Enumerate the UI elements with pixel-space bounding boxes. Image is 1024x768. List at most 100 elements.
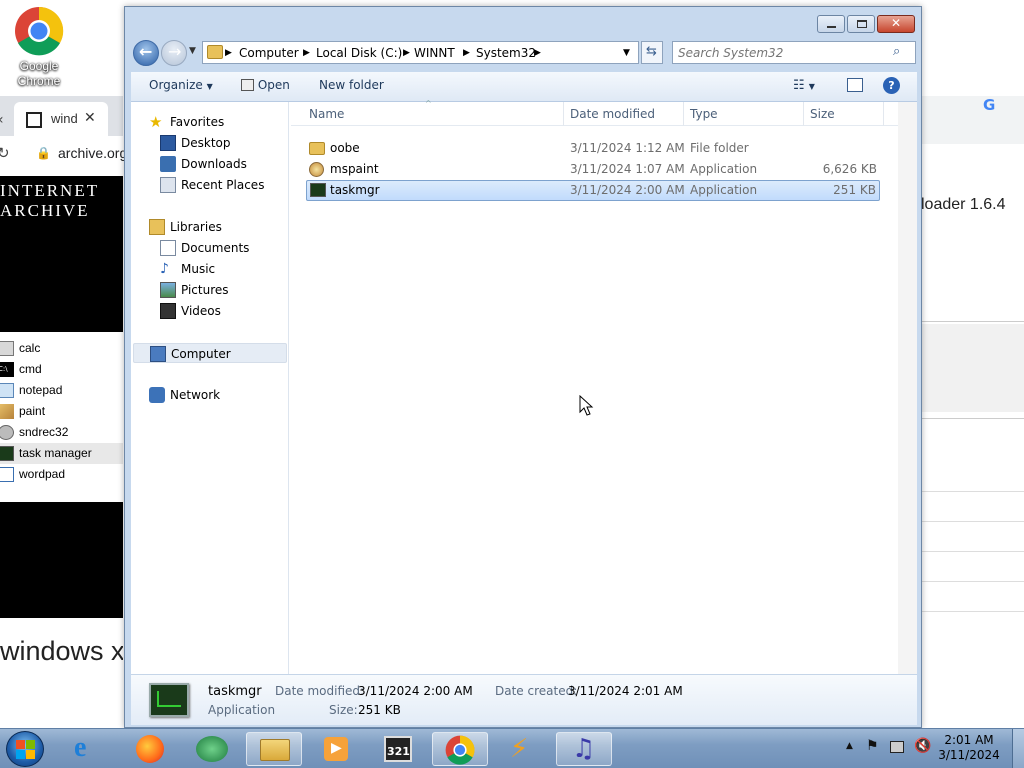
taskbar-media-player-classic[interactable]: 321 [370,732,426,766]
google-icon[interactable]: G [983,96,995,114]
file-row[interactable]: mspaint 3/11/2024 1:07 AM Application 6,… [305,159,880,180]
address-bar[interactable]: ▶ Computer ▶ Local Disk (C:) ▶ WINNT ▶ S… [202,41,639,64]
preview-pane-icon[interactable] [847,78,863,92]
sound-recorder-icon [0,425,14,440]
browser-tab-strip: ‹ wind ✕ [0,96,123,136]
start-button[interactable] [6,731,44,767]
back-button[interactable]: ← [133,40,159,66]
list-item[interactable]: C:\ cmd [0,359,123,380]
list-item[interactable]: paint [0,401,123,422]
browser-right-area: G loader 1.6.4 [921,96,1024,728]
action-center-flag-icon[interactable]: ⚑ [866,738,879,754]
search-input[interactable] [678,44,888,61]
maximize-button[interactable] [847,15,875,33]
recent-places-icon [160,177,176,193]
browser-address-bar[interactable]: ↻ 🔒 archive.org [0,136,127,172]
taskbar-clock[interactable]: 2:01 AM 3/11/2024 [934,733,1004,763]
list-item[interactable]: wordpad [0,464,123,485]
breadcrumb-separator-icon[interactable]: ▶ [225,48,232,58]
breadcrumb-system32[interactable]: System32 [476,46,536,60]
winamp-bolt-icon: ⚡ [510,734,529,764]
clapperboard-icon: 321 [384,736,412,762]
vertical-scrollbar[interactable] [898,102,917,674]
details-size-label: Size: [329,703,358,717]
page-heading: windows xp [0,636,123,666]
breadcrumb-separator-icon[interactable]: ▶ [403,48,410,58]
list-item[interactable]: calc [0,338,123,359]
cmd-icon: C:\ [0,362,14,377]
app-list: calc C:\ cmd notepad paint sndrec32 task … [0,336,123,504]
search-icon[interactable]: ⌕ [893,44,900,59]
network-tray-icon[interactable] [890,741,904,753]
close-button[interactable]: ✕ [877,15,915,33]
taskbar-chrome[interactable] [432,732,488,766]
network-icon [149,387,165,403]
explorer-window: ✕ ← → ▼ ▶ Computer ▶ Local Disk (C:) ▶ W… [124,6,922,728]
explorer-folder-icon [260,739,290,761]
taskbar-music-app[interactable]: ♫ [556,732,612,766]
taskbar-winamp[interactable]: ⚡ [494,732,550,766]
details-pane: taskmgr Application Date modified: 3/11/… [131,674,917,725]
taskmgr-large-icon [149,683,189,717]
desktop-icon [160,135,176,151]
taskbar-media-player[interactable]: ▶ [308,732,364,766]
help-icon[interactable]: ? [883,77,900,94]
open-button[interactable]: Open [241,78,290,92]
column-type[interactable]: Type [690,107,718,121]
list-item[interactable]: sndrec32 [0,422,123,443]
documents-icon [160,240,176,256]
view-options-icon[interactable]: ☷ ▼ [793,78,815,93]
breadcrumb-separator-icon[interactable]: ▶ [303,48,310,58]
forward-button[interactable]: → [161,40,187,66]
breadcrumb-separator-icon[interactable]: ▶ [463,48,470,58]
show-desktop-button[interactable] [1012,729,1024,768]
column-date-modified[interactable]: Date modified [570,107,655,121]
chrome-icon [445,735,475,765]
desktop-icon-label-2: Chrome [17,74,61,88]
taskbar-windows-explorer[interactable] [246,732,302,766]
mouse-cursor-icon [579,395,594,416]
reload-icon[interactable]: ↻ [0,144,10,162]
column-size[interactable]: Size [810,107,835,121]
column-headers: ^ Name Date modified Type Size [291,99,917,126]
black-block [0,502,123,618]
navigation-pane: ★ Favorites Desktop Downloads Recent Plac… [131,102,289,674]
banner-line-1: INTERNET [0,181,100,200]
breadcrumb-computer[interactable]: Computer [239,46,299,60]
column-name[interactable]: Name [309,107,344,121]
desktop-icon-google-chrome[interactable]: Google Chrome [0,2,78,94]
favorites-star-icon: ★ [149,113,163,131]
banner-line-2: ARCHIVE [0,201,90,220]
list-item[interactable]: task manager [0,443,123,464]
archive-favicon-icon [26,112,42,128]
paint-app-icon [309,162,324,177]
tab-close-icon[interactable]: ✕ [84,110,96,126]
address-dropdown-icon[interactable]: ▼ [623,48,630,58]
details-kind: Application [208,703,276,717]
new-folder-button[interactable]: New folder [319,78,384,92]
refresh-button[interactable]: ⇆ [641,41,663,64]
taskbar-internet-explorer[interactable]: e [62,732,118,766]
volume-muted-icon[interactable]: 🔇 [914,738,931,754]
list-item[interactable]: notepad [0,380,123,401]
recent-pages-dropdown-icon[interactable]: ▼ [189,46,196,56]
minimize-button[interactable] [817,15,845,33]
navigation-bar: ← → ▼ ▶ Computer ▶ Local Disk (C:) ▶ WIN… [131,38,917,68]
downloads-icon [160,156,176,172]
details-date-created: 3/11/2024 2:01 AM [568,684,683,698]
caption-buttons: ✕ [817,15,915,33]
search-box[interactable]: ⌕ [672,41,916,64]
file-row[interactable]: oobe 3/11/2024 1:12 AM File folder [305,138,880,159]
breadcrumb-separator-icon[interactable]: ▶ [534,48,541,58]
breadcrumb-local-disk[interactable]: Local Disk (C:) [316,46,402,60]
organize-button[interactable]: Organize ▼ [149,78,213,92]
back-arrow-icon: ← [139,42,153,61]
taskbar-firefox[interactable] [122,732,178,766]
show-hidden-icons-icon[interactable]: ▲ [846,741,853,751]
nav-computer[interactable]: Computer [133,343,287,363]
tab-scroll-left-icon[interactable]: ‹ [0,112,4,128]
browser-tab[interactable]: wind ✕ [14,102,108,136]
breadcrumb-winnt[interactable]: WINNT [414,46,455,60]
taskbar-green-app[interactable] [184,732,240,766]
file-row-selected[interactable]: taskmgr 3/11/2024 2:00 AM Application 25… [306,180,880,201]
